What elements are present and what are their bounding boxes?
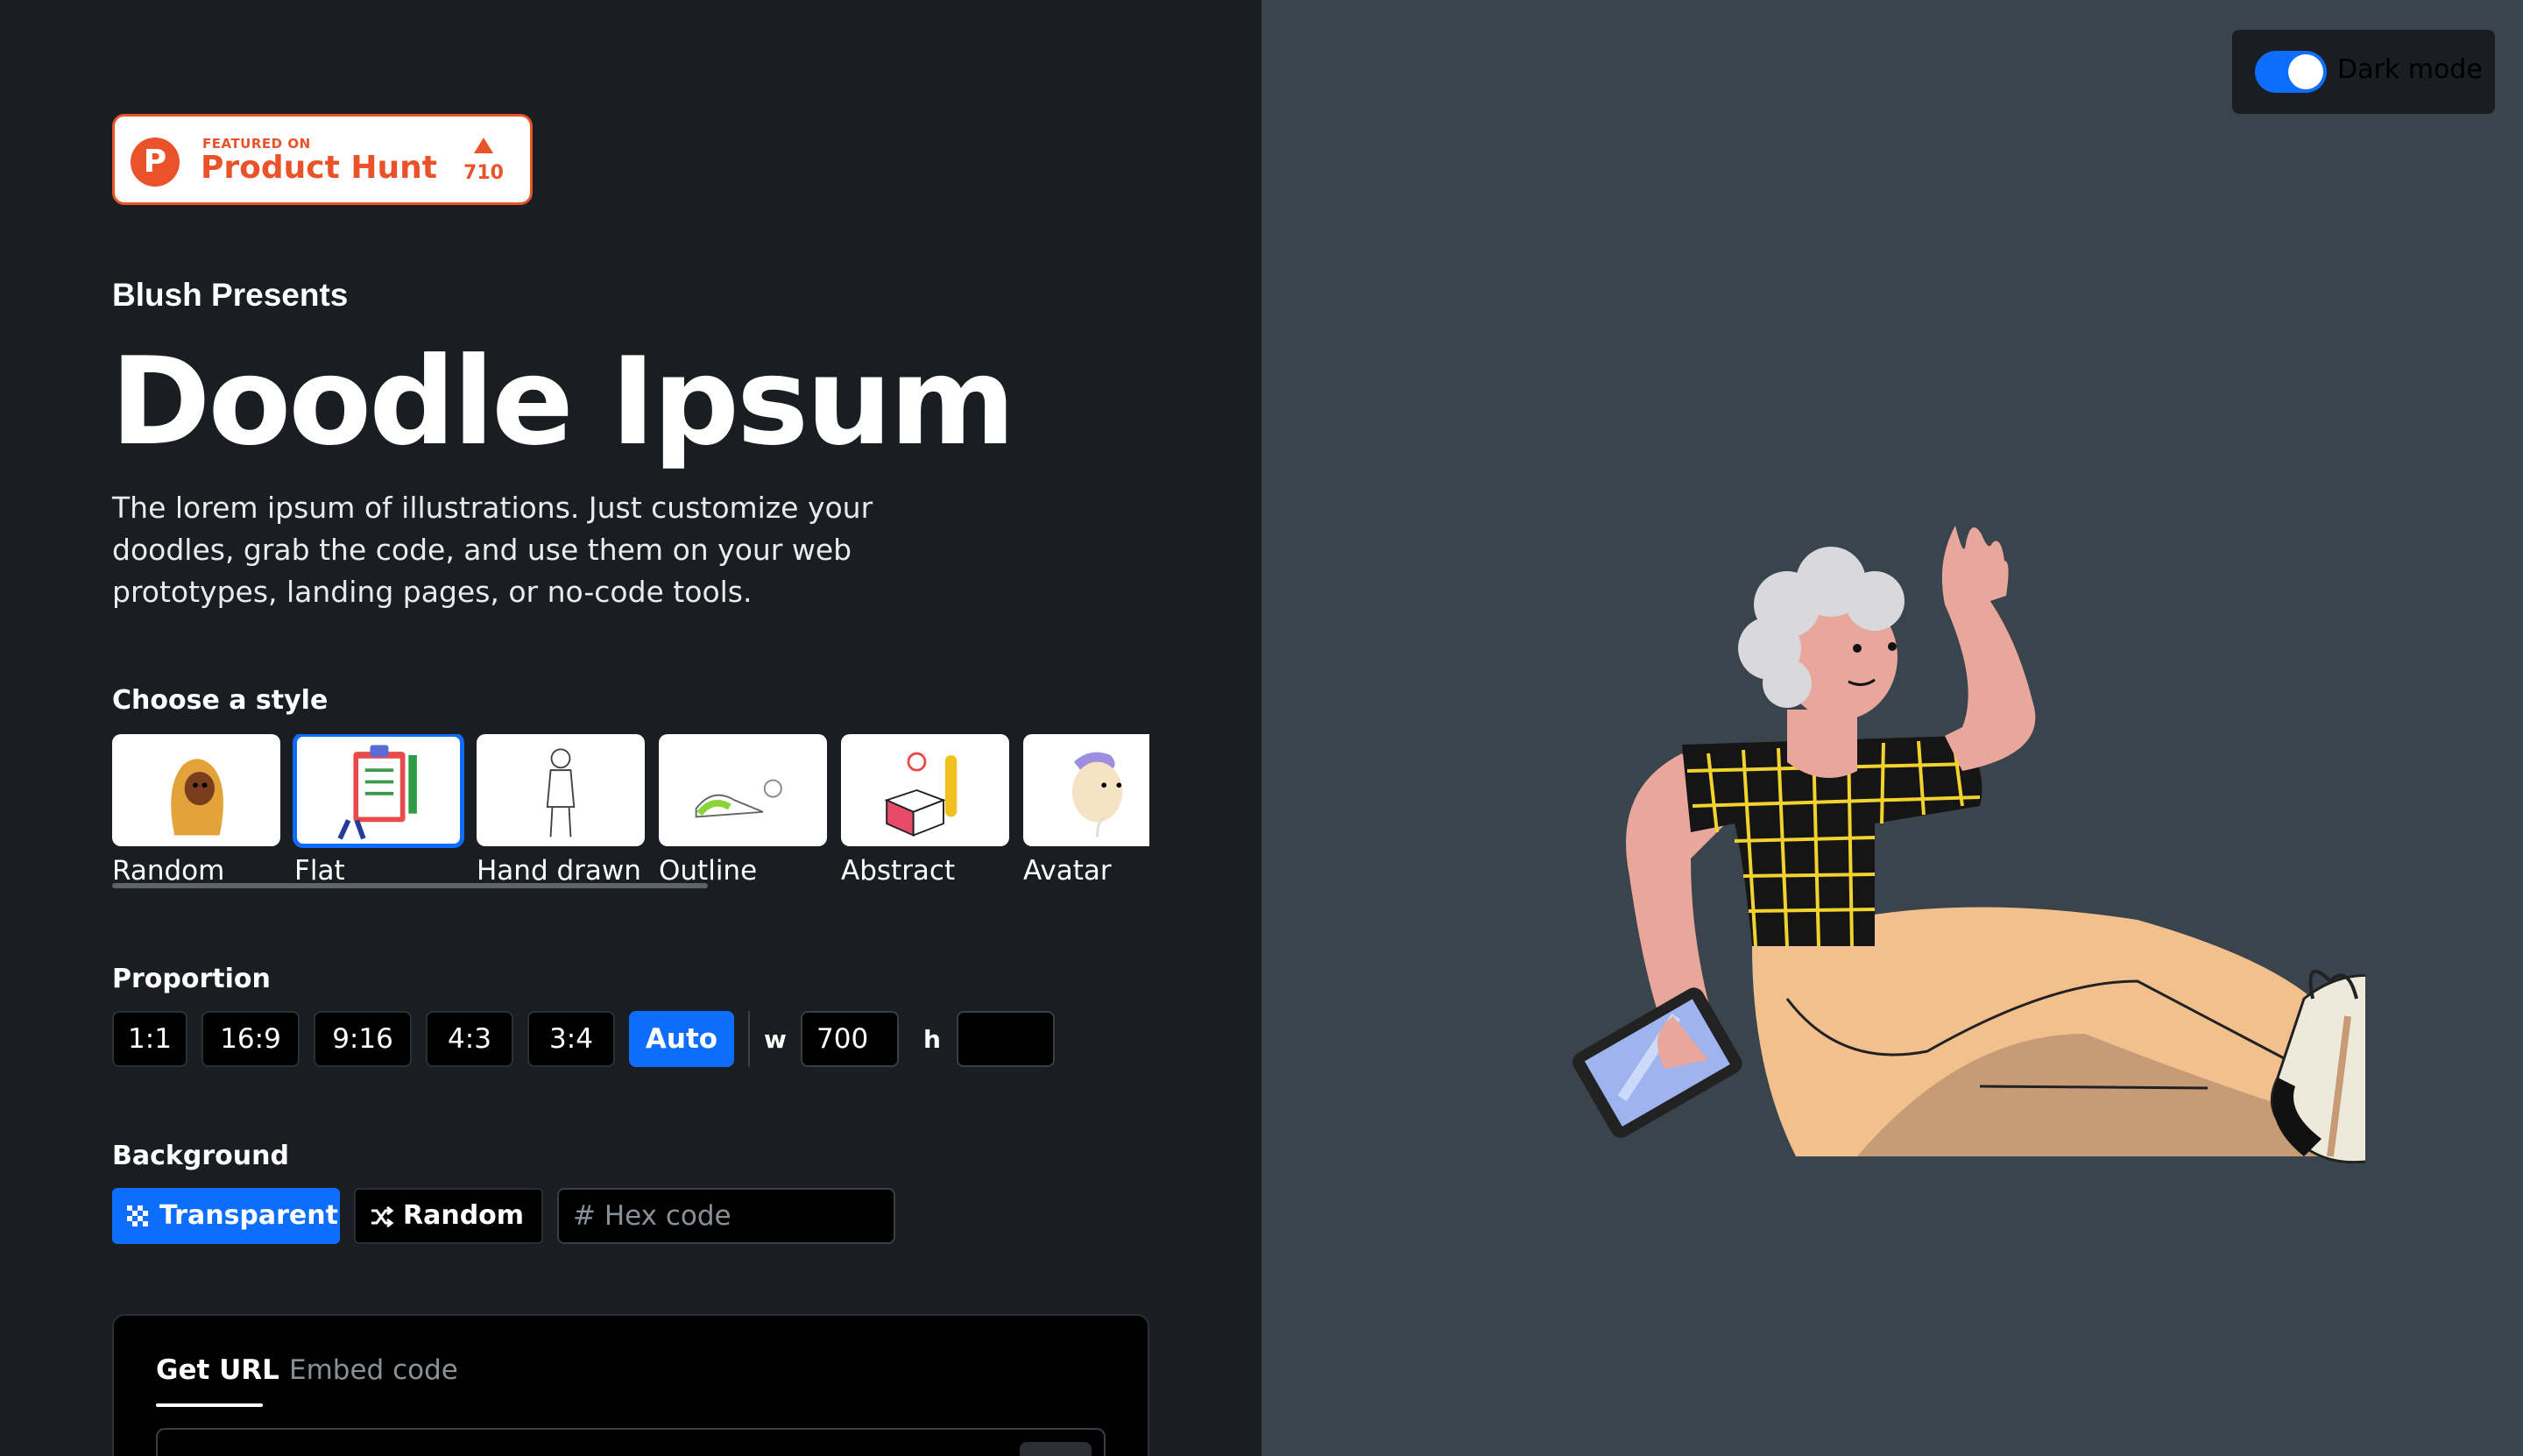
page-title: Doodle Ipsum xyxy=(110,331,1015,472)
shuffle-icon xyxy=(370,1190,394,1242)
style-section-label: Choose a style xyxy=(112,685,329,716)
doodle-preview-illustration xyxy=(1572,526,2365,1164)
product-hunt-logo-icon: P xyxy=(131,138,180,187)
style-label-abstract: Abstract xyxy=(841,855,956,887)
checkerboard-icon xyxy=(126,1188,151,1244)
style-card-outline[interactable] xyxy=(659,734,827,846)
width-input[interactable]: 700 xyxy=(801,1011,899,1067)
product-hunt-name: Product Hunt xyxy=(201,150,437,186)
style-card-flat[interactable] xyxy=(294,734,463,846)
hand-drawn-style-thumbnail xyxy=(546,748,576,838)
transparent-background-button[interactable]: Transparent xyxy=(112,1188,340,1244)
url-field[interactable] xyxy=(156,1428,1106,1456)
tab-embed-code[interactable]: Embed code xyxy=(289,1354,458,1386)
hex-code-input[interactable]: # Hex code xyxy=(557,1188,895,1244)
copy-url-button[interactable] xyxy=(1020,1442,1092,1456)
style-label-random: Random xyxy=(112,855,225,887)
flat-style-thumbnail xyxy=(337,745,417,840)
random-style-thumbnail xyxy=(171,759,223,836)
style-card-avatar[interactable] xyxy=(1023,734,1149,846)
proportion-section-label: Proportion xyxy=(112,964,271,994)
style-label-outline: Outline xyxy=(659,855,758,887)
product-hunt-badge[interactable]: P FEATURED ON Product Hunt 710 xyxy=(112,114,533,205)
product-hunt-upvote-count: 710 xyxy=(463,162,504,184)
style-carousel[interactable]: Random Flat Hand drawn Outline Abstract … xyxy=(112,734,1149,892)
dark-mode-toggle-container: Dark mode xyxy=(2232,30,2495,114)
dark-mode-toggle[interactable] xyxy=(2255,51,2327,93)
style-card-hand-drawn[interactable] xyxy=(477,734,645,846)
height-label: h xyxy=(923,1025,941,1054)
proportion-option-9-16[interactable]: 9:16 xyxy=(314,1011,412,1067)
proportion-option-auto[interactable]: Auto xyxy=(629,1011,734,1067)
dark-mode-label: Dark mode xyxy=(2337,54,2483,85)
background-section-label: Background xyxy=(112,1141,289,1171)
active-tab-indicator xyxy=(156,1403,263,1407)
avatar-style-thumbnail xyxy=(1071,752,1123,838)
tab-get-url[interactable]: Get URL xyxy=(156,1354,279,1386)
controls-panel: P FEATURED ON Product Hunt 710 Blush Pre… xyxy=(0,0,1262,1456)
proportion-option-3-4[interactable]: 3:4 xyxy=(527,1011,615,1067)
toggle-knob xyxy=(2288,54,2323,89)
eyebrow-text: Blush Presents xyxy=(112,277,349,313)
proportion-option-4-3[interactable]: 4:3 xyxy=(426,1011,513,1067)
height-input[interactable] xyxy=(957,1011,1055,1067)
proportion-divider xyxy=(748,1011,750,1067)
abstract-style-thumbnail xyxy=(884,752,958,837)
proportion-option-16-9[interactable]: 16:9 xyxy=(201,1011,300,1067)
style-label-hand-drawn: Hand drawn xyxy=(477,855,641,887)
output-panel: Get URL Embed code xyxy=(112,1314,1149,1456)
transparent-background-label: Transparent xyxy=(159,1200,338,1231)
style-card-abstract[interactable] xyxy=(841,734,1009,846)
style-carousel-scrollbar[interactable] xyxy=(112,883,708,888)
style-label-avatar: Avatar xyxy=(1023,855,1112,887)
upvote-triangle-icon xyxy=(474,138,493,153)
outline-style-thumbnail xyxy=(695,779,782,818)
proportion-option-1-1[interactable]: 1:1 xyxy=(112,1011,187,1067)
style-label-flat: Flat xyxy=(294,855,345,887)
width-label: w xyxy=(764,1025,787,1054)
preview-panel: Dark mode xyxy=(1262,0,2523,1456)
style-card-random[interactable] xyxy=(112,734,280,846)
random-background-label: Random xyxy=(403,1200,525,1231)
page-description: The lorem ipsum of illustrations. Just c… xyxy=(112,491,873,609)
random-background-button[interactable]: Random xyxy=(354,1188,543,1244)
